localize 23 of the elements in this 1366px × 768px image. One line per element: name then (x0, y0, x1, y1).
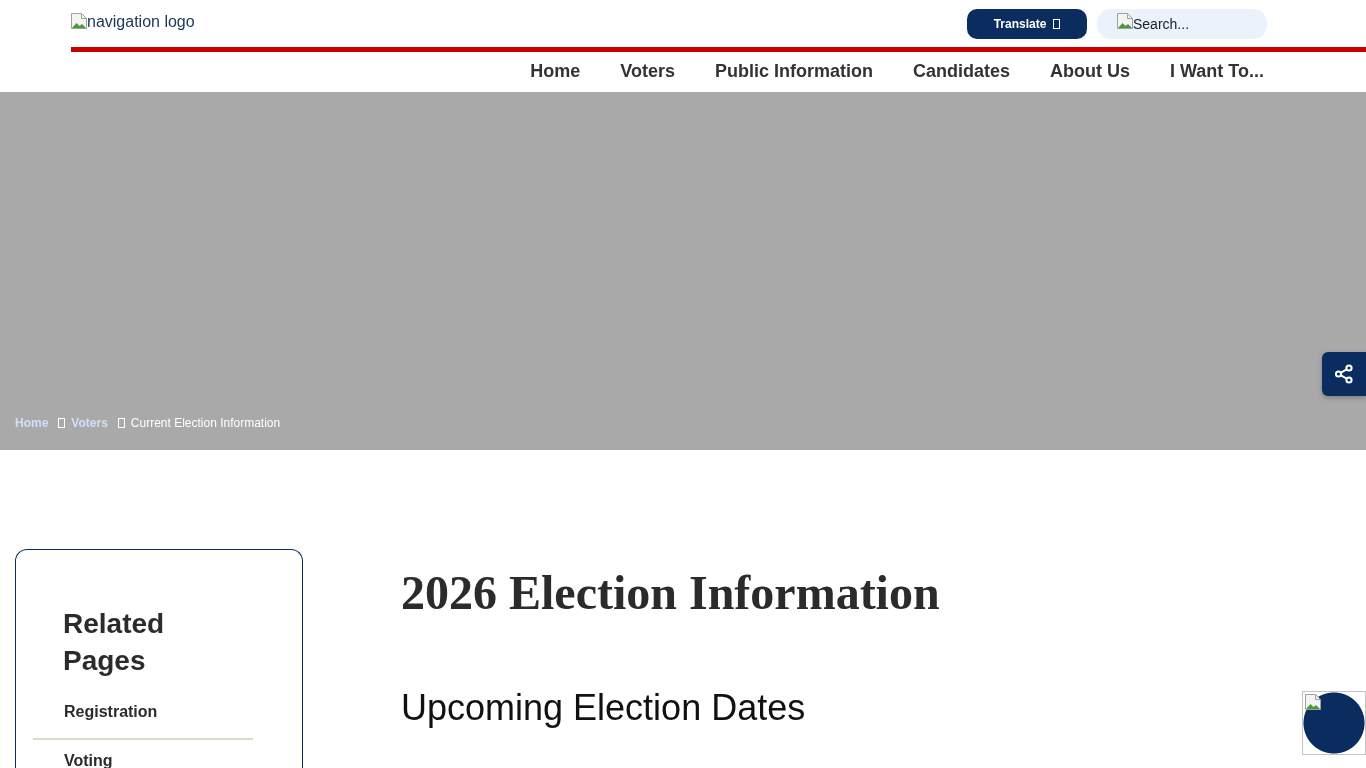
search-field[interactable]: Search... (1097, 9, 1267, 39)
translate-button[interactable]: Translate (967, 9, 1087, 39)
nav-link[interactable]: Public Information (714, 60, 873, 82)
rectangle-icon (58, 418, 66, 428)
broken-image-icon (1117, 13, 1133, 29)
nav-link[interactable]: Candidates (913, 60, 1010, 82)
breadcrumb-current: Current Election Information (130, 416, 281, 430)
broken-image-icon (71, 13, 87, 29)
section-heading: Upcoming Election Dates (401, 686, 807, 730)
nav-link[interactable]: Voters (620, 60, 675, 82)
rectangle-icon (1053, 19, 1061, 29)
share-icon (1334, 364, 1354, 384)
related-pages-title: Related Pages (63, 607, 166, 678)
related-page-link[interactable]: Registration (33, 691, 253, 740)
rectangle-icon (117, 418, 125, 428)
nav-link[interactable]: Home (530, 60, 581, 82)
share-button[interactable] (1322, 352, 1366, 396)
page-title: 2026 Election Information (401, 565, 940, 621)
broken-image-icon (1305, 694, 1321, 710)
floating-action-button[interactable] (1302, 691, 1366, 755)
logo-link[interactable]: navigation logo (71, 9, 195, 31)
nav-link[interactable]: About Us (1050, 60, 1130, 82)
nav-link[interactable]: I Want To... (1170, 60, 1264, 82)
